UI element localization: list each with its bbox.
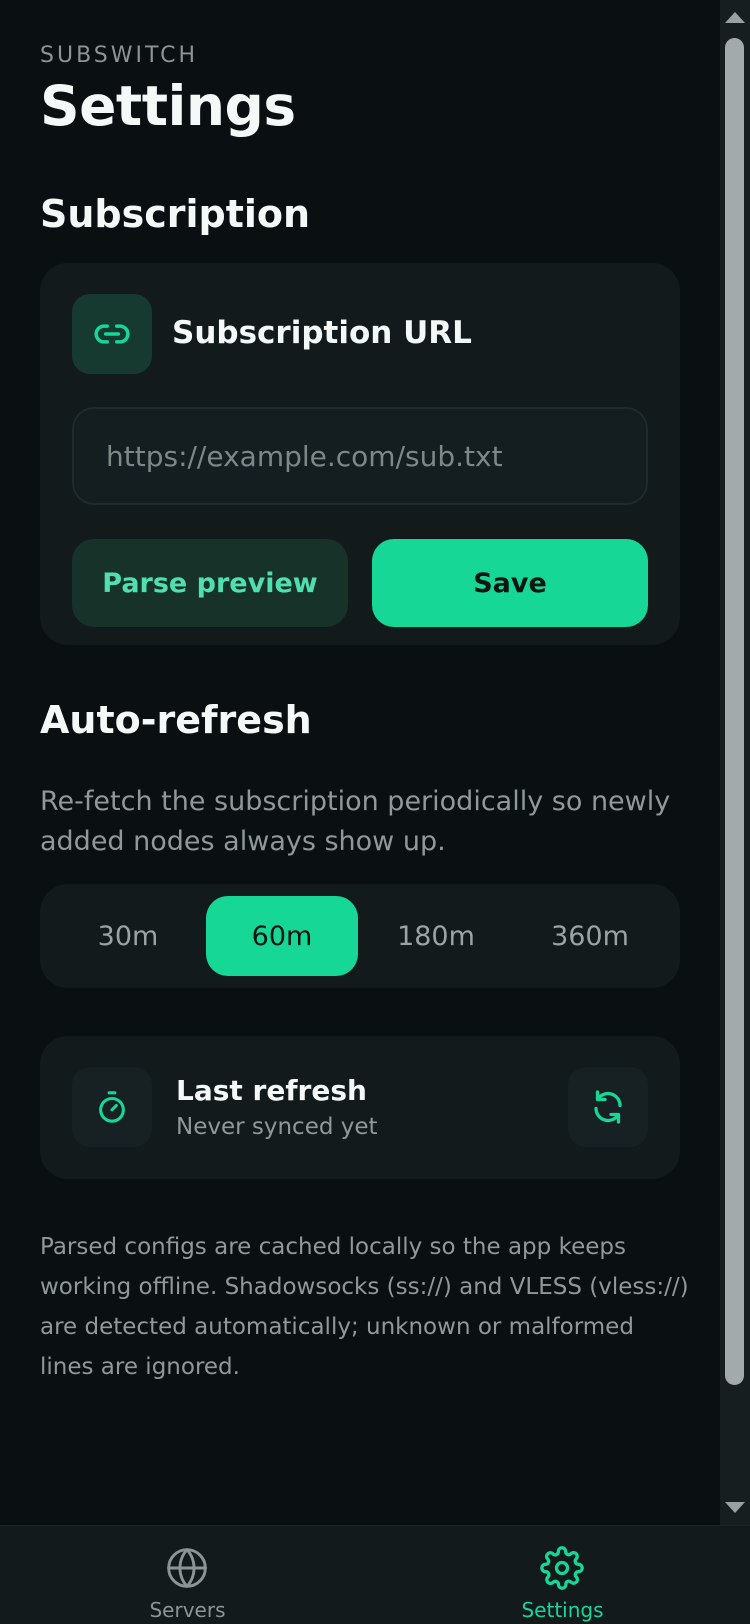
subscription-url-input[interactable] [72, 407, 648, 505]
globe-icon [167, 1548, 207, 1588]
scroll-down-arrow-icon[interactable] [725, 1502, 745, 1513]
scroll-up-arrow-icon[interactable] [725, 12, 745, 23]
scrollbar-thumb[interactable] [725, 38, 744, 1385]
refresh-button[interactable] [568, 1067, 648, 1147]
subscription-card: Subscription URL Parse preview Save [40, 263, 680, 645]
refresh-icon [594, 1090, 622, 1124]
parse-preview-button[interactable]: Parse preview [72, 539, 348, 627]
nav-label-servers: Servers [149, 1598, 226, 1622]
cache-footnote: Parsed configs are cached locally so the… [40, 1234, 689, 1380]
bottom-nav: Servers Settings [0, 1525, 750, 1624]
interval-option-180m[interactable]: 180m [360, 896, 512, 976]
last-refresh-card: Last refresh Never synced yet [40, 1036, 680, 1179]
last-refresh-status: Never synced yet [176, 1114, 378, 1140]
save-button[interactable]: Save [372, 539, 648, 627]
page-title: Settings [40, 74, 296, 138]
nav-item-servers[interactable]: Servers [0, 1526, 375, 1624]
gear-icon [540, 1546, 584, 1590]
subscription-section-title: Subscription [40, 192, 311, 236]
stopwatch-icon-tile [72, 1067, 152, 1147]
refresh-interval-selector: 30m 60m 180m 360m [40, 884, 680, 988]
interval-option-30m[interactable]: 30m [52, 896, 204, 976]
scrollbar[interactable] [720, 0, 750, 1525]
link-icon-tile [72, 294, 152, 374]
settings-screen: SUBSWITCH Settings Subscription Subscrip… [0, 0, 750, 1624]
interval-option-60m[interactable]: 60m [206, 896, 358, 976]
auto-refresh-description: Re-fetch the subscription periodically s… [40, 786, 671, 857]
app-name: SUBSWITCH [40, 43, 199, 68]
stopwatch-icon [99, 1091, 125, 1123]
link-icon [94, 324, 130, 344]
settings-content: SUBSWITCH Settings Subscription Subscrip… [0, 0, 720, 1525]
subscription-url-label: Subscription URL [172, 315, 472, 351]
nav-label-settings: Settings [521, 1598, 604, 1622]
interval-option-360m[interactable]: 360m [514, 896, 666, 976]
nav-item-settings[interactable]: Settings [375, 1526, 750, 1624]
auto-refresh-section-title: Auto-refresh [40, 698, 312, 742]
last-refresh-title: Last refresh [176, 1074, 367, 1107]
